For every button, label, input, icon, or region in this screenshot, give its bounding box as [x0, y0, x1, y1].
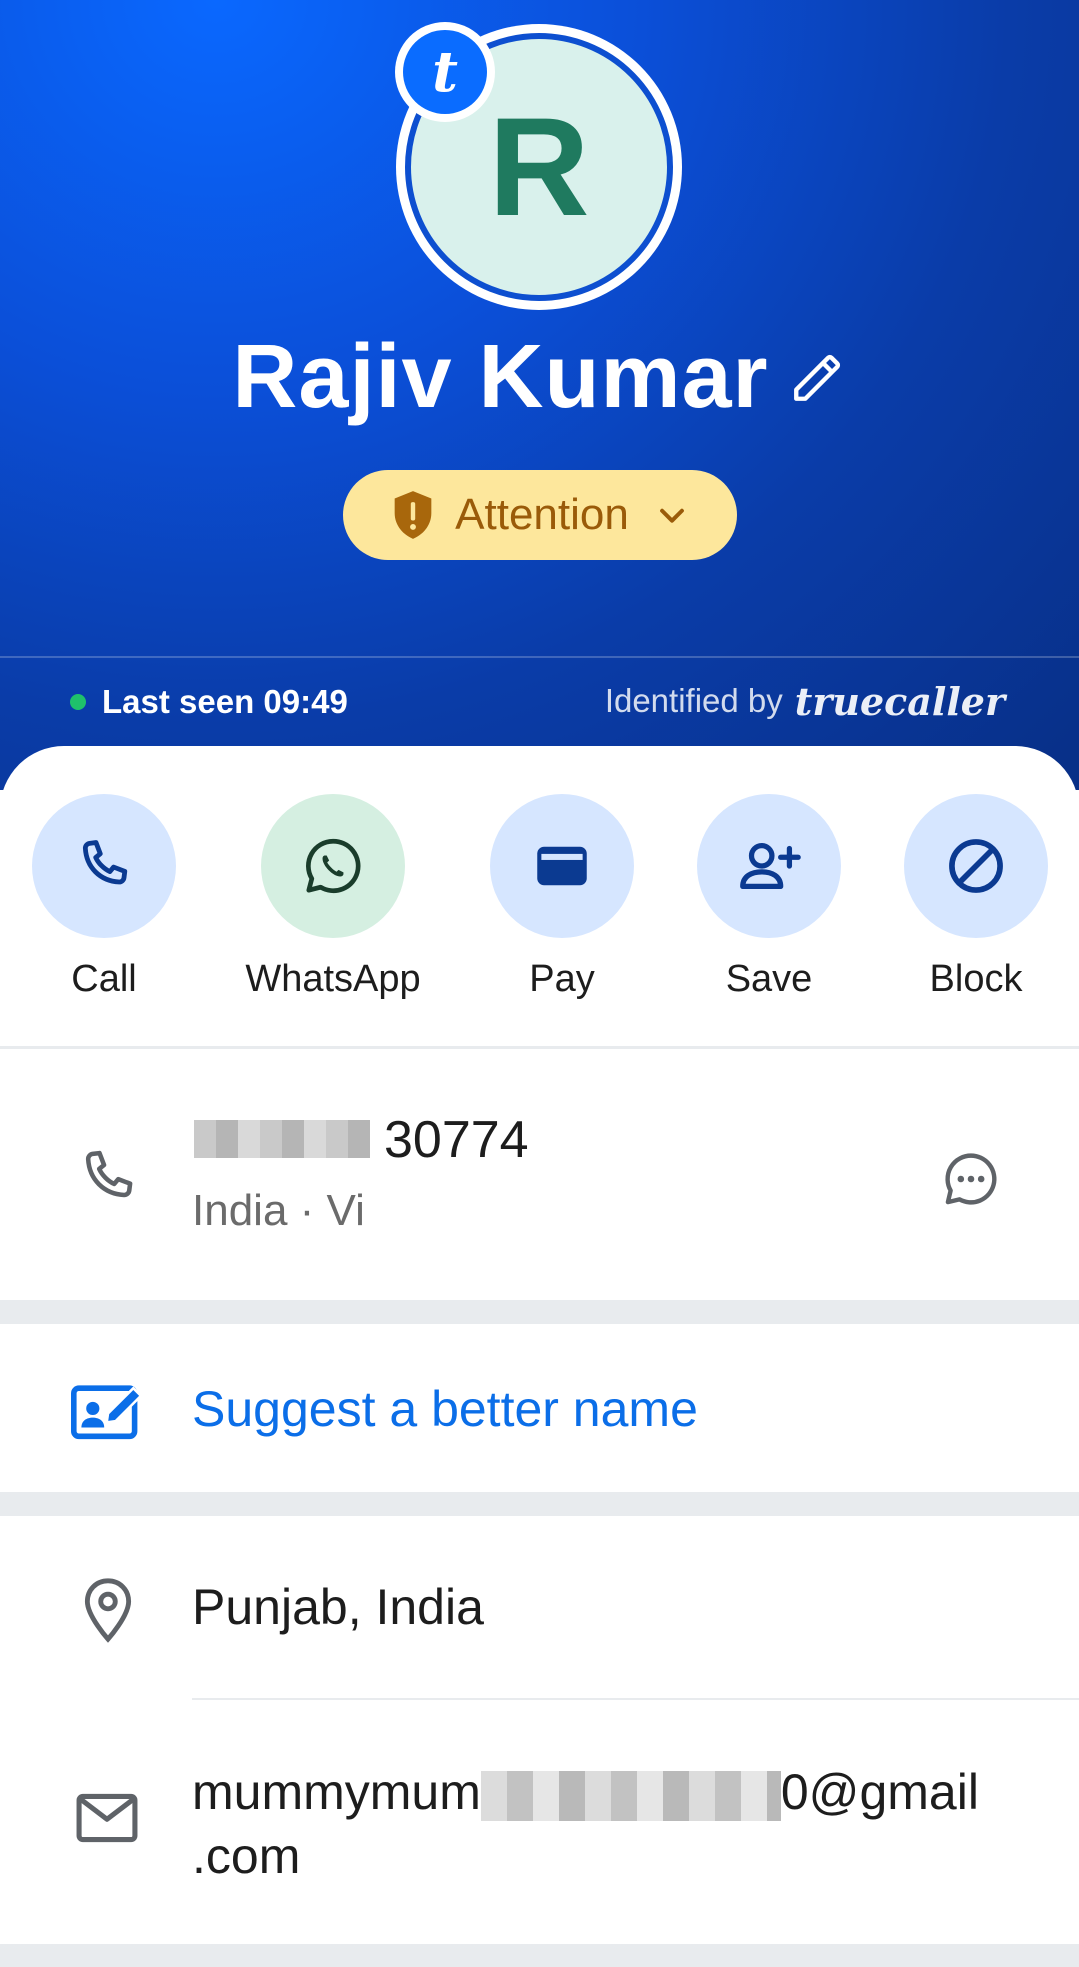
whatsapp-icon	[306, 838, 361, 894]
whatsapp-button[interactable]: WhatsApp	[233, 794, 433, 1001]
email-prefix: mummymum	[192, 1764, 481, 1820]
suggest-name-link[interactable]: Suggest a better name	[192, 1380, 698, 1438]
attention-badge[interactable]: Attention	[343, 470, 737, 560]
add-contact-icon	[740, 842, 801, 890]
shield-alert-icon	[394, 491, 432, 539]
location-text: Punjab, India	[192, 1579, 484, 1635]
pay-label: Pay	[529, 958, 595, 1000]
contact-name: Rajiv Kumar	[232, 326, 769, 427]
phone-icon	[85, 1150, 133, 1198]
wallet-icon	[537, 846, 587, 886]
location-pin-icon	[84, 1578, 132, 1643]
mail-icon	[76, 1793, 138, 1843]
block-label: Block	[929, 958, 1023, 1000]
pencil-icon[interactable]	[789, 348, 847, 406]
header-divider	[0, 656, 1079, 658]
block-circle[interactable]	[904, 794, 1048, 938]
identified-by-text: Identified by	[604, 682, 783, 719]
truecaller-logo: truecaller	[794, 678, 1005, 724]
edit-card-icon	[71, 1385, 143, 1440]
phone-number: 30774	[384, 1111, 529, 1169]
save-button[interactable]: Save	[669, 794, 869, 1001]
redacted-number	[194, 1120, 370, 1158]
pay-circle[interactable]	[490, 794, 634, 938]
redacted-email	[480, 1770, 781, 1821]
phone-carrier: India · Vi	[192, 1186, 365, 1235]
email-suffix: 0@gmail	[780, 1764, 979, 1820]
section-gap	[0, 1300, 1079, 1324]
save-label: Save	[725, 958, 813, 1000]
last-seen-text: Last seen 09:49	[102, 683, 348, 720]
phone-icon	[82, 840, 128, 885]
block-icon	[949, 839, 1003, 893]
attention-label: Attention	[455, 490, 629, 539]
call-button[interactable]: Call	[4, 794, 204, 1001]
last-seen-status: Last seen 09:49	[70, 680, 348, 724]
row-divider	[192, 1698, 1079, 1700]
pay-button[interactable]: Pay	[462, 794, 662, 1001]
email-address: mummymum 0@gmail .com	[192, 1760, 1032, 1888]
block-button[interactable]: Block	[876, 794, 1076, 1001]
profile-header: R t Rajiv Kumar Attention Last seen 09:4…	[0, 0, 1079, 790]
truecaller-badge-icon: t	[395, 22, 495, 122]
name-row: Rajiv Kumar	[0, 322, 1079, 432]
chevron-down-icon	[659, 508, 684, 523]
section-gap	[0, 1944, 1079, 1967]
identified-by: Identified by truecaller	[605, 676, 1005, 726]
save-circle[interactable]	[697, 794, 841, 938]
email-domain-end: .com	[192, 1828, 301, 1884]
whatsapp-label: WhatsApp	[245, 958, 421, 1000]
call-circle[interactable]	[32, 794, 176, 938]
section-gap	[0, 1492, 1079, 1516]
section-divider	[0, 1046, 1079, 1049]
online-dot-icon	[70, 694, 86, 710]
call-label: Call	[71, 958, 137, 1000]
badge-letter: t	[403, 30, 487, 114]
whatsapp-circle[interactable]	[261, 794, 405, 938]
message-icon[interactable]	[938, 1146, 1004, 1212]
